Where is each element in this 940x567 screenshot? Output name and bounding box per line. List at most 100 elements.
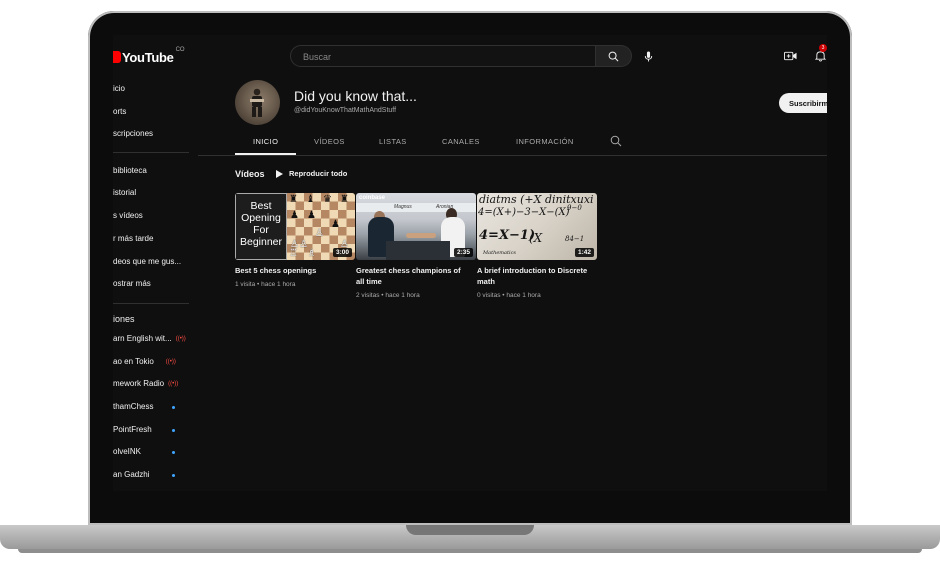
play-icon xyxy=(276,169,283,178)
formula-glyphs: 9−0 xyxy=(567,204,582,212)
subscription-item[interactable]: ao en Tokio ((•)) xyxy=(113,355,176,369)
channel-avatar[interactable] xyxy=(235,80,280,125)
subscription-item[interactable]: arn English wit... ((•)) xyxy=(113,332,186,346)
formula-glyphs: 4=(X+)−3−X−(X) xyxy=(478,207,570,218)
sidebar-item-label: orts xyxy=(113,107,127,116)
chess-piece-icon: ♖ xyxy=(289,248,298,259)
screen: YouTube CO 3 icio ort xyxy=(113,35,827,491)
subscribe-button[interactable]: Suscribirme xyxy=(779,93,827,113)
new-content-dot xyxy=(172,406,175,409)
sidebar-item-subscriptions[interactable]: scripciones xyxy=(113,127,153,141)
chess-piece-icon: ♝ xyxy=(306,194,315,205)
live-icon: ((•)) xyxy=(175,336,186,342)
sidebar-item-label: biblioteca xyxy=(113,166,147,175)
chess-piece-icon: ♟ xyxy=(290,210,299,221)
chess-piece-icon: ♗ xyxy=(307,248,316,259)
thumbnail-text: Best Opening For Beginner xyxy=(236,200,286,248)
subscription-label: mework Radio xyxy=(113,379,165,389)
chess-piece-icon: ♟ xyxy=(331,219,340,230)
voice-search-button[interactable] xyxy=(638,46,658,66)
sidebar-item-home[interactable]: icio xyxy=(113,82,125,96)
search-button[interactable] xyxy=(596,45,632,67)
sidebar: icio orts scripciones biblioteca istoria… xyxy=(113,79,189,491)
tab-canales[interactable]: CANALES xyxy=(442,137,480,146)
channel-name: Did you know that... xyxy=(294,88,417,104)
subscription-label: thamChess xyxy=(113,402,154,411)
active-tab-indicator xyxy=(235,153,296,155)
play-all-label: Reproducir todo xyxy=(289,169,348,178)
new-content-dot xyxy=(172,474,175,477)
sidebar-item-label: scripciones xyxy=(113,129,154,138)
subscription-item[interactable]: PointFresh xyxy=(113,423,189,437)
chess-piece-icon: ♙ xyxy=(315,228,324,239)
sidebar-item-library[interactable]: biblioteca xyxy=(113,164,147,178)
thumbnail-text-line: Best xyxy=(250,200,272,212)
sidebar-item-label: istorial xyxy=(113,188,137,197)
video-thumbnail[interactable]: Magnus Aronian coinbase 2:35 xyxy=(356,193,476,260)
sidebar-item-label: ostrar más xyxy=(113,279,151,288)
notification-badge: 3 xyxy=(819,44,827,52)
sidebar-divider xyxy=(113,303,189,304)
video-title[interactable]: Best 5 chess openings xyxy=(235,265,350,276)
tab-inicio[interactable]: INICIO xyxy=(253,137,278,146)
thumbnail-banner: Magnus Aronian xyxy=(356,203,476,212)
formula-glyphs: 84−1 xyxy=(565,235,585,243)
sidebar-item-label: deos que me gus... xyxy=(113,257,182,266)
subscription-label: olveINK xyxy=(113,447,142,456)
live-icon: ((•)) xyxy=(165,359,176,365)
youtube-logo[interactable]: YouTube CO xyxy=(113,47,185,65)
new-content-dot xyxy=(172,429,175,432)
subscription-item[interactable]: olveINK xyxy=(113,445,189,459)
thumbnail-text-line: Opening xyxy=(241,212,281,224)
formula-glyphs: 4=X−1) xyxy=(479,228,536,243)
video-duration: 2:35 xyxy=(453,248,473,257)
search-box xyxy=(290,45,596,68)
video-meta: 0 visitas • hace 1 hora xyxy=(477,292,541,299)
sidebar-item-watch-later[interactable]: r más tarde xyxy=(113,232,153,246)
subscription-label: PointFresh xyxy=(113,425,152,434)
sidebar-item-your-videos[interactable]: s vídeos xyxy=(113,209,143,223)
logo-text: YouTube xyxy=(122,49,174,65)
subscription-label: arn English wit... xyxy=(113,334,172,344)
video-title[interactable]: A brief introduction to Discrete math xyxy=(477,265,592,287)
video-thumbnail[interactable]: Best Opening For Beginner ♜ ♝ ♛ ♜ ♟ ♟ ♟ … xyxy=(235,193,355,260)
channel-tabs: INICIO VÍDEOS LISTAS CANALES INFORMACIÓN xyxy=(198,131,827,156)
sidebar-item-history[interactable]: istorial xyxy=(113,186,136,200)
channel-search-icon[interactable] xyxy=(610,135,622,147)
videos-section-title: Vídeos xyxy=(235,169,265,179)
create-button[interactable] xyxy=(781,47,799,65)
chess-piece-icon: ♜ xyxy=(340,194,349,205)
formula-glyphs: Mathematics xyxy=(483,250,516,256)
video-meta: 2 visitas • hace 1 hora xyxy=(356,292,420,299)
video-meta: 1 visita • hace 1 hora xyxy=(235,281,296,288)
video-thumbnail[interactable]: diatms (+X dinitxuxi 4=(X+)−3−X−(X) 9−0 … xyxy=(477,193,597,260)
laptop-notch xyxy=(406,525,534,535)
sidebar-item-label: icio xyxy=(113,84,126,93)
video-title[interactable]: Greatest chess champions of all time xyxy=(356,265,471,287)
subscription-item[interactable]: thamChess xyxy=(113,400,189,414)
play-all-button[interactable]: Reproducir todo xyxy=(276,169,347,178)
thumbnail-text-line: Beginner xyxy=(239,236,283,248)
tab-informacion[interactable]: INFORMACIÓN xyxy=(516,137,574,146)
channel-handle: @didYouKnowThatMathAndStuff xyxy=(294,107,397,114)
sidebar-item-show-more[interactable]: ostrar más xyxy=(113,277,151,291)
video-duration: 3:00 xyxy=(332,248,352,257)
video-duration: 1:42 xyxy=(574,248,594,257)
search-input[interactable] xyxy=(301,46,595,68)
sidebar-item-shorts[interactable]: orts xyxy=(113,105,126,119)
sidebar-item-liked-videos[interactable]: deos que me gus... xyxy=(113,255,181,269)
search-icon xyxy=(608,51,619,61)
chess-piece-icon: ♛ xyxy=(323,194,332,205)
logo-country: CO xyxy=(175,47,185,53)
tab-listas[interactable]: LISTAS xyxy=(379,137,407,146)
tab-videos[interactable]: VÍDEOS xyxy=(314,137,345,146)
subscription-item[interactable]: mework Radio ((•)) xyxy=(113,377,178,391)
avatar-figure-icon xyxy=(250,88,264,117)
subscription-label: an Gadzhi xyxy=(113,470,150,479)
live-icon: ((•)) xyxy=(168,381,179,387)
thumbnail-title-panel: Best Opening For Beginner xyxy=(235,193,287,260)
subscription-item[interactable]: an Gadzhi xyxy=(113,468,189,482)
notifications-button[interactable]: 3 xyxy=(811,44,827,65)
laptop-base-shadow xyxy=(18,549,922,553)
handshake-shape xyxy=(406,233,436,238)
